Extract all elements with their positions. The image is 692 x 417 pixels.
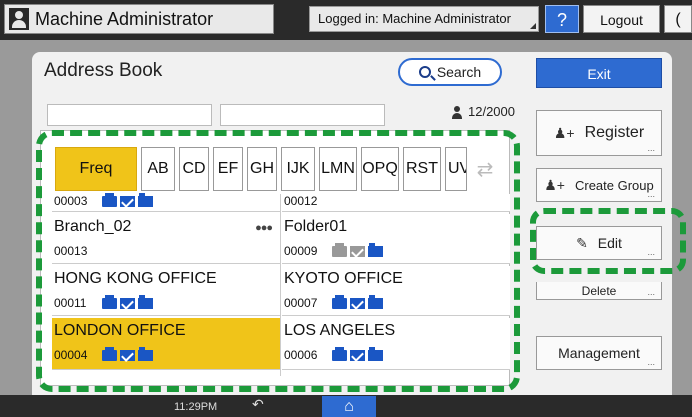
home-button[interactable]: ⌂ — [322, 396, 376, 417]
register-button[interactable]: ♟+ Register — [536, 110, 662, 156]
create-group-button[interactable]: ♟+ Create Group — [536, 168, 662, 202]
exit-button[interactable]: Exit — [536, 58, 662, 88]
highlight-list-area — [36, 130, 520, 392]
delete-label: Delete — [581, 283, 617, 298]
logout-button[interactable]: Logout — [583, 5, 660, 33]
management-label: Management — [558, 345, 640, 361]
search-icon — [418, 66, 431, 78]
add-group-icon: ♟+ — [544, 176, 565, 193]
highlight-edit-button — [530, 208, 686, 274]
search-label: Search — [436, 64, 482, 80]
search-button[interactable]: Search — [398, 58, 502, 86]
add-user-icon: ♟+ — [553, 124, 575, 141]
login-status[interactable]: Logged in: Machine Administrator — [309, 6, 539, 32]
management-button[interactable]: Management — [536, 336, 662, 370]
page-title: Address Book — [44, 60, 163, 81]
energy-saver-button[interactable]: ( — [664, 5, 692, 33]
registered-count: 12/2000 — [468, 104, 515, 119]
delete-button[interactable]: Delete — [536, 282, 662, 300]
user-name: Machine Administrator — [35, 8, 214, 29]
top-bar: Machine Administrator Logged in: Machine… — [0, 0, 692, 40]
register-label: Register — [584, 124, 645, 141]
user-icon — [9, 8, 29, 30]
view-select[interactable] — [47, 104, 212, 126]
person-icon — [452, 106, 462, 120]
clock: 11:29PM — [174, 401, 218, 413]
back-icon[interactable]: ↶ — [252, 396, 264, 413]
user-info[interactable]: Machine Administrator — [4, 4, 274, 34]
create-group-label: Create Group — [574, 177, 654, 193]
display-select[interactable] — [220, 104, 385, 126]
home-icon: ⌂ — [344, 398, 354, 415]
help-button[interactable]: ? — [545, 5, 579, 33]
